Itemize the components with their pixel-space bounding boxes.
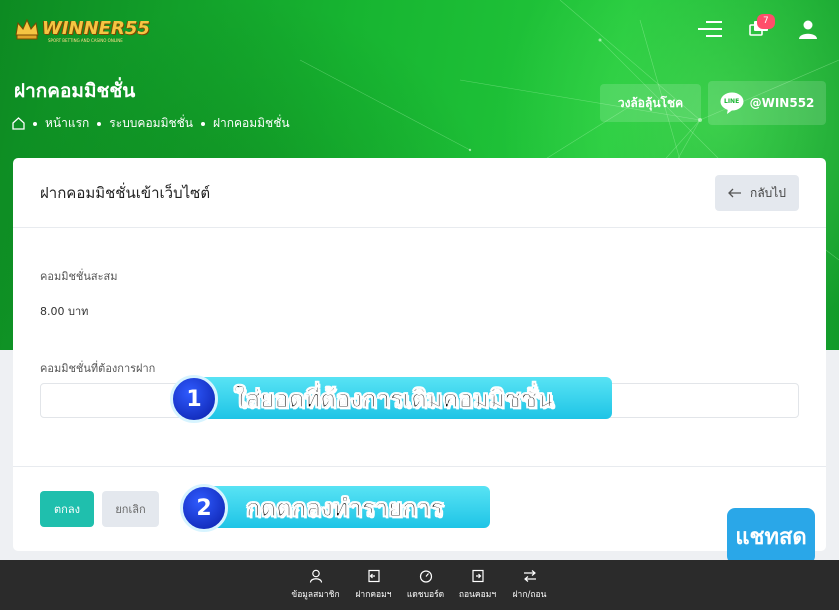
line-logo-text: LINE (724, 98, 740, 105)
dashboard-icon (419, 570, 432, 583)
card-divider (13, 466, 826, 467)
nav-label: ฝาก/ถอน (512, 590, 547, 600)
profile-button[interactable] (795, 16, 821, 42)
instruction-callout-1: 1 ใส่ยอดที่ต้องการเติมคอมมิชชั่น (170, 375, 615, 423)
winner55-logo[interactable]: WINNER55 SPORT BETTING AND CASINO ONLINE (14, 14, 154, 44)
bottom-navigation: ข้อมูลสมาชิก ฝากคอมฯ แดชบอร์ด ถอนคอมฯ ฝา… (0, 560, 839, 610)
confirm-label: ตกลง (54, 503, 80, 516)
accumulated-commission-label: คอมมิชชั่นสะสม (40, 270, 118, 283)
card-title: ฝากคอมมิชชั่นเข้าเว็บไซต์ (40, 183, 211, 202)
transfer-icon (523, 570, 536, 582)
deposit-amount-label: คอมมิชชั่นที่ต้องการฝาก (40, 362, 156, 375)
back-button[interactable]: กลับไป (715, 175, 799, 211)
nav-withdraw-commission[interactable]: ถอนคอมฯ (452, 560, 504, 610)
breadcrumb-separator (97, 121, 102, 126)
user-icon (799, 20, 817, 39)
nav-dashboard[interactable]: แดชบอร์ด (400, 560, 452, 610)
step-number-2: 2 (180, 484, 228, 532)
breadcrumb-separator (33, 121, 37, 126)
line-icon: LINE (720, 92, 744, 114)
step-number-1: 1 (170, 375, 218, 423)
notification-badge: 7 (757, 14, 775, 29)
step-text-2: กดตกลงทำรายการ (200, 486, 490, 528)
withdraw-icon (471, 569, 484, 583)
deposit-icon (367, 569, 380, 583)
page-title: ฝากคอมมิชชั่น (14, 80, 136, 102)
lucky-wheel-button[interactable]: วงล้อลุ้นโชค (600, 84, 701, 122)
live-chat-button[interactable]: แชทสด (727, 508, 815, 574)
crown-icon (15, 18, 39, 40)
breadcrumb-current: ฝากคอมมิชชั่น (212, 116, 290, 130)
line-id-label: @WIN552 (749, 96, 815, 110)
live-chat-label: แชทสด (735, 524, 807, 550)
lucky-wheel-label: วงล้อลุ้นโชค (617, 95, 684, 110)
cancel-label: ยกเลิก (115, 503, 146, 516)
nav-deposit-withdraw[interactable]: ฝาก/ถอน (504, 560, 556, 610)
messages-button[interactable]: 7 (737, 14, 781, 42)
line-contact-button[interactable]: LINE @WIN552 (708, 81, 826, 125)
back-label: กลับไป (750, 185, 786, 200)
menu-lines-icon (698, 21, 722, 37)
nav-deposit-commission[interactable]: ฝากคอมฯ (348, 560, 400, 610)
nav-label: ฝากคอมฯ (355, 590, 392, 600)
confirm-button[interactable]: ตกลง (40, 491, 94, 527)
top-icons: 7 (697, 14, 821, 42)
breadcrumb-separator (200, 121, 205, 126)
home-icon[interactable] (12, 117, 25, 130)
brand-name: WINNER55 (42, 18, 150, 39)
menu-button[interactable] (697, 16, 723, 42)
card-header: ฝากคอมมิชชั่นเข้าเว็บไซต์ (13, 158, 826, 228)
nav-label: แดชบอร์ด (406, 590, 445, 600)
brand-tagline: SPORT BETTING AND CASINO ONLINE (48, 38, 123, 43)
breadcrumb: หน้าแรก ระบบคอมมิชชั่น ฝากคอมมิชชั่น (12, 114, 290, 133)
step-text-1: ใส่ยอดที่ต้องการเติมคอมมิชชั่น (190, 377, 612, 419)
accumulated-commission-value: 8.00 บาท (40, 305, 89, 318)
arrow-left-icon (728, 188, 742, 198)
breadcrumb-commission-system[interactable]: ระบบคอมมิชชั่น (109, 114, 193, 133)
user-icon (309, 569, 322, 583)
nav-member-info[interactable]: ข้อมูลสมาชิก (284, 560, 348, 610)
nav-label: ข้อมูลสมาชิก (291, 590, 340, 600)
cancel-button[interactable]: ยกเลิก (102, 491, 159, 527)
nav-label: ถอนคอมฯ (458, 590, 497, 600)
instruction-callout-2: 2 กดตกลงทำรายการ (180, 484, 492, 532)
breadcrumb-home[interactable]: หน้าแรก (45, 114, 89, 133)
